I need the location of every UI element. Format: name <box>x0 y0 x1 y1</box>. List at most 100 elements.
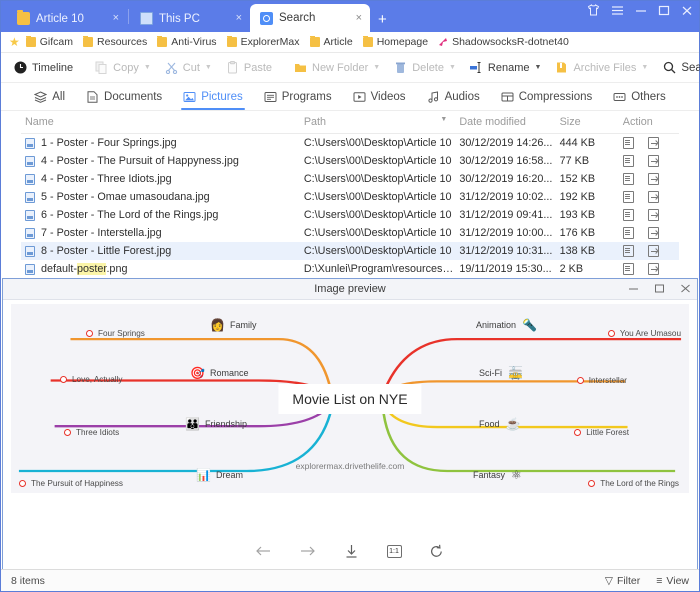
maximize-icon[interactable] <box>658 5 670 16</box>
table-row[interactable]: 7 - Poster - Interstella.jpg C:\Users\00\… <box>21 224 679 242</box>
table-row[interactable]: 8 - Poster - Little Forest.jpg C:\Users\0… <box>21 242 679 260</box>
minimize-icon[interactable] <box>635 5 647 16</box>
open-location-icon[interactable] <box>647 263 659 275</box>
preview-window-controls <box>628 279 691 300</box>
tab-close-icon[interactable]: × <box>113 13 119 24</box>
tab-compressions[interactable]: Compressions <box>492 84 602 110</box>
column-header-date[interactable]: Date modified <box>455 111 556 134</box>
minimize-icon[interactable] <box>628 284 639 296</box>
copy-button[interactable]: Copy ▼ <box>88 56 158 80</box>
open-location-icon[interactable] <box>647 155 659 167</box>
tab-close-icon[interactable]: × <box>356 12 362 24</box>
copy-path-icon[interactable] <box>622 263 634 275</box>
cell-path: C:\Users\00\Desktop\Article 10 <box>303 173 452 185</box>
tab-all[interactable]: All <box>25 84 74 110</box>
bookmark-anti-virus[interactable]: Anti-Virus <box>154 35 223 48</box>
table-row[interactable]: 4 - Poster - Three Idiots.jpg C:\Users\00… <box>21 170 679 188</box>
picture-icon <box>183 91 196 103</box>
cell-action <box>619 188 679 206</box>
copy-path-icon[interactable] <box>622 173 634 185</box>
image-file-icon <box>25 155 35 167</box>
tab-this-pc[interactable]: This PC × <box>130 5 250 32</box>
close-icon[interactable] <box>681 5 693 16</box>
chevron-down-icon[interactable]: ▼ <box>373 64 380 71</box>
timeline-button[interactable]: Timeline <box>7 56 80 80</box>
copy-path-icon[interactable] <box>622 227 634 239</box>
tab-close-icon[interactable]: × <box>236 13 242 24</box>
close-icon[interactable] <box>680 284 691 296</box>
preview-navigation: 1:1 <box>3 533 697 569</box>
rotate-icon[interactable] <box>428 542 446 560</box>
menu-icon[interactable] <box>611 5 624 16</box>
table-row[interactable]: 4 - Poster - The Pursuit of Happyness.jp… <box>21 152 679 170</box>
filter-button[interactable]: ▽ Filter <box>605 575 640 587</box>
chevron-down-icon[interactable]: ▼ <box>205 64 212 71</box>
new-tab-button[interactable]: + <box>378 11 387 28</box>
bookmark-article[interactable]: Article <box>307 35 360 48</box>
folder-icon <box>294 61 307 74</box>
tab-search[interactable]: Search × <box>250 4 370 32</box>
open-location-icon[interactable] <box>647 245 659 257</box>
new-folder-button[interactable]: New Folder ▼ <box>287 56 387 80</box>
tab-audios[interactable]: Audios <box>418 84 489 110</box>
bookmark-shadowsocksr[interactable]: ShadowsocksR-dotnet40 <box>435 36 576 48</box>
leaf-label: Little Forest <box>586 428 629 437</box>
copy-path-icon[interactable] <box>622 191 634 203</box>
next-icon[interactable] <box>299 542 317 560</box>
chevron-down-icon[interactable]: ▼ <box>535 64 542 71</box>
tab-programs[interactable]: Programs <box>255 84 341 110</box>
bookmarks-bar: ★ Gifcam Resources Anti-Virus ExplorerMa… <box>1 32 699 53</box>
mindmap-branch: 📊 Dream <box>196 468 243 482</box>
download-icon[interactable] <box>343 542 361 560</box>
archive-label: Archive Files <box>573 61 637 74</box>
copy-path-icon[interactable] <box>622 137 634 149</box>
cell-date: 30/12/2019 16:20... <box>459 173 553 185</box>
paste-button[interactable]: Paste <box>219 56 279 80</box>
previous-icon[interactable] <box>255 542 273 560</box>
branch-label: Family <box>229 320 257 330</box>
maximize-icon[interactable] <box>654 284 665 296</box>
bookmark-resources[interactable]: Resources <box>80 35 154 48</box>
rename-button[interactable]: Rename ▼ <box>463 56 549 80</box>
view-button[interactable]: ≡ View <box>656 575 689 587</box>
copy-path-icon[interactable] <box>622 209 634 221</box>
tab-pictures[interactable]: Pictures <box>174 84 252 110</box>
mindmap-branch: 👪 Friendship <box>185 417 247 431</box>
tab-videos[interactable]: Videos <box>344 84 415 110</box>
tab-documents[interactable]: Documents <box>77 84 171 110</box>
open-location-icon[interactable] <box>647 227 659 239</box>
table-row[interactable]: 5 - Poster - Omae umasoudana.jpg C:\Users… <box>21 188 679 206</box>
delete-button[interactable]: Delete ▼ <box>387 56 463 80</box>
cut-button[interactable]: Cut ▼ <box>158 56 219 80</box>
chevron-down-icon[interactable]: ▼ <box>144 64 151 71</box>
table-row[interactable]: default-poster.png D:\Xunlei\Program\reso… <box>21 260 679 278</box>
chevron-down-icon[interactable]: ▼ <box>449 64 456 71</box>
tab-article-10[interactable]: Article 10 × <box>7 5 127 32</box>
archive-files-button[interactable]: Archive Files ▼ <box>548 56 655 80</box>
table-header-row: Name Path ▼ Date modified Size Action <box>21 111 679 134</box>
actual-size-icon[interactable]: 1:1 <box>386 544 402 558</box>
bookmark-homepage[interactable]: Homepage <box>360 35 435 48</box>
favorites-star-icon[interactable]: ★ <box>9 36 20 48</box>
column-header-name[interactable]: Name <box>21 111 300 134</box>
copy-path-icon[interactable] <box>622 245 634 257</box>
bookmark-explorermax[interactable]: ExplorerMax <box>224 35 307 48</box>
tab-others[interactable]: Others <box>604 84 675 110</box>
open-location-icon[interactable] <box>647 137 659 149</box>
column-header-size[interactable]: Size <box>555 111 619 134</box>
table-row[interactable]: 6 - Poster - The Lord of the Rings.jpg C:… <box>21 206 679 224</box>
sort-caret-icon[interactable]: ▼ <box>440 116 447 123</box>
bookmark-gifcam[interactable]: Gifcam <box>23 35 80 48</box>
theme-icon[interactable] <box>587 4 600 16</box>
column-header-path[interactable]: Path ▼ <box>299 111 456 134</box>
open-location-icon[interactable] <box>647 191 659 203</box>
chevron-down-icon[interactable]: ▼ <box>641 64 648 71</box>
open-location-icon[interactable] <box>647 209 659 221</box>
table-row[interactable]: 1 - Poster - Four Springs.jpg C:\Users\00… <box>21 134 679 153</box>
lamp-emoji-icon: 🔦 <box>522 318 537 332</box>
search-button[interactable]: Search → <box>663 58 700 78</box>
mindmap-branch: Food ☕ <box>479 417 520 431</box>
cell-name: 4 - Poster - The Pursuit of Happyness.jp… <box>21 152 300 170</box>
copy-path-icon[interactable] <box>622 155 634 167</box>
open-location-icon[interactable] <box>647 173 659 185</box>
